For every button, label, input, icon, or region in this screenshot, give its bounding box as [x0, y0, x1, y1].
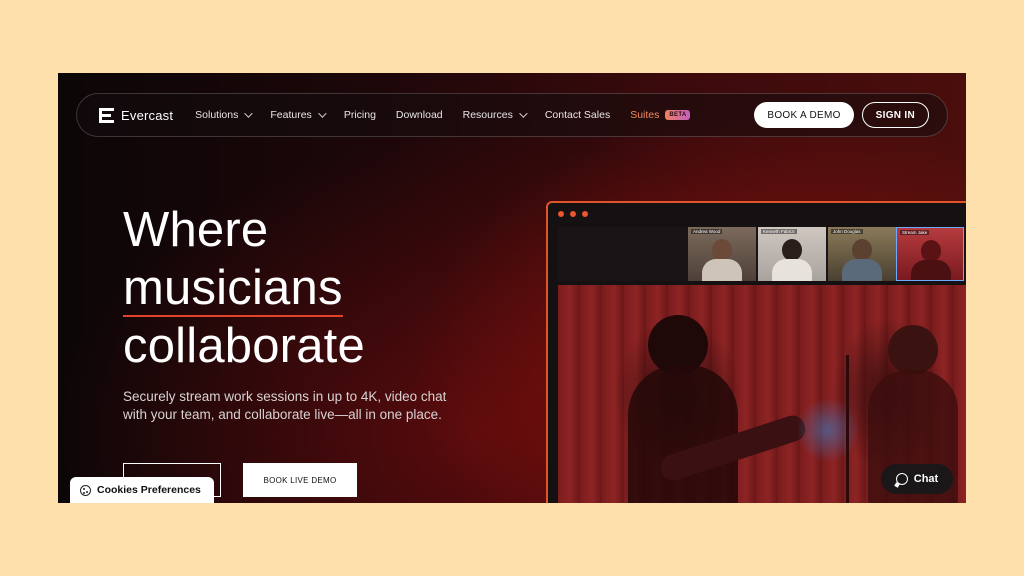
- guitarist-body: [628, 365, 738, 503]
- chat-button[interactable]: Chat: [881, 464, 953, 494]
- chevron-down-icon: [518, 109, 528, 118]
- hero-title: Where musicians collaborate: [123, 201, 365, 375]
- nav-resources-label: Resources: [462, 109, 513, 121]
- book-live-demo-button[interactable]: BOOK LIVE DEMO: [243, 463, 357, 497]
- window-dot-icon: [582, 211, 588, 217]
- nav-resources[interactable]: Resources: [462, 109, 528, 121]
- microphone-stand: [846, 355, 849, 503]
- nav-features[interactable]: Features: [270, 109, 327, 121]
- participant-name: Kenneth Fabrizi: [761, 229, 797, 234]
- cookies-preferences-button[interactable]: Cookies Preferences: [70, 477, 214, 503]
- brand-logo[interactable]: Evercast: [99, 107, 174, 123]
- nav-contact-sales-label: Contact Sales: [544, 109, 611, 121]
- book-a-demo-button[interactable]: BOOK A DEMO: [754, 102, 854, 128]
- hero-title-line-1: Where: [123, 203, 269, 257]
- chat-label: Chat: [913, 473, 939, 485]
- nav-download[interactable]: Download: [396, 109, 443, 121]
- sign-in-button[interactable]: SIGN IN: [861, 102, 929, 128]
- evercast-logo-icon: [99, 107, 114, 123]
- hero-subtitle: Securely stream work sessions in up to 4…: [123, 389, 447, 422]
- nav-pricing[interactable]: Pricing: [344, 109, 376, 121]
- cookie-icon: [80, 484, 91, 496]
- nav-solutions[interactable]: Solutions: [195, 109, 254, 121]
- participant-tile-active: Stream Jake: [896, 227, 964, 281]
- singer-figure: [888, 325, 938, 375]
- participant-tile: Kenneth Fabrizi: [758, 227, 826, 281]
- chevron-down-icon: [317, 109, 327, 118]
- brand-name: Evercast: [121, 107, 174, 123]
- nav-pricing-label: Pricing: [343, 109, 376, 121]
- participant-tile: Andrea Wood: [688, 227, 756, 281]
- hero-title-line-2: musicians: [123, 261, 343, 317]
- nav-contact-sales[interactable]: Contact Sales: [545, 109, 610, 121]
- window-dot-icon: [570, 211, 576, 217]
- nav-suites[interactable]: Suites BETA: [630, 109, 691, 121]
- window-dot-icon: [558, 211, 564, 217]
- beta-badge: BETA: [665, 110, 691, 120]
- participant-name: Andrea Wood: [691, 229, 723, 234]
- nav-suites-label: Suites: [630, 109, 660, 121]
- website-frame: Evercast Solutions Features Pricing Down…: [58, 73, 966, 503]
- chat-bubble-icon: [895, 473, 908, 485]
- top-nav: Evercast Solutions Features Pricing Down…: [76, 93, 948, 137]
- nav-solutions-label: Solutions: [195, 109, 239, 121]
- participant-tile: John Douglas: [828, 227, 896, 281]
- nav-features-label: Features: [270, 109, 312, 121]
- app-preview-window: Andrea Wood Kenneth Fabrizi John Douglas…: [546, 201, 966, 503]
- participant-name: John Douglas: [831, 229, 863, 234]
- nav-download-label: Download: [395, 109, 443, 121]
- cookies-label: Cookies Preferences: [97, 484, 201, 496]
- window-controls: [558, 211, 588, 217]
- participant-name: Stream Jake: [900, 230, 930, 235]
- lamp-glow: [798, 395, 858, 465]
- hero-title-line-3: collaborate: [123, 319, 365, 373]
- chevron-down-icon: [244, 109, 254, 118]
